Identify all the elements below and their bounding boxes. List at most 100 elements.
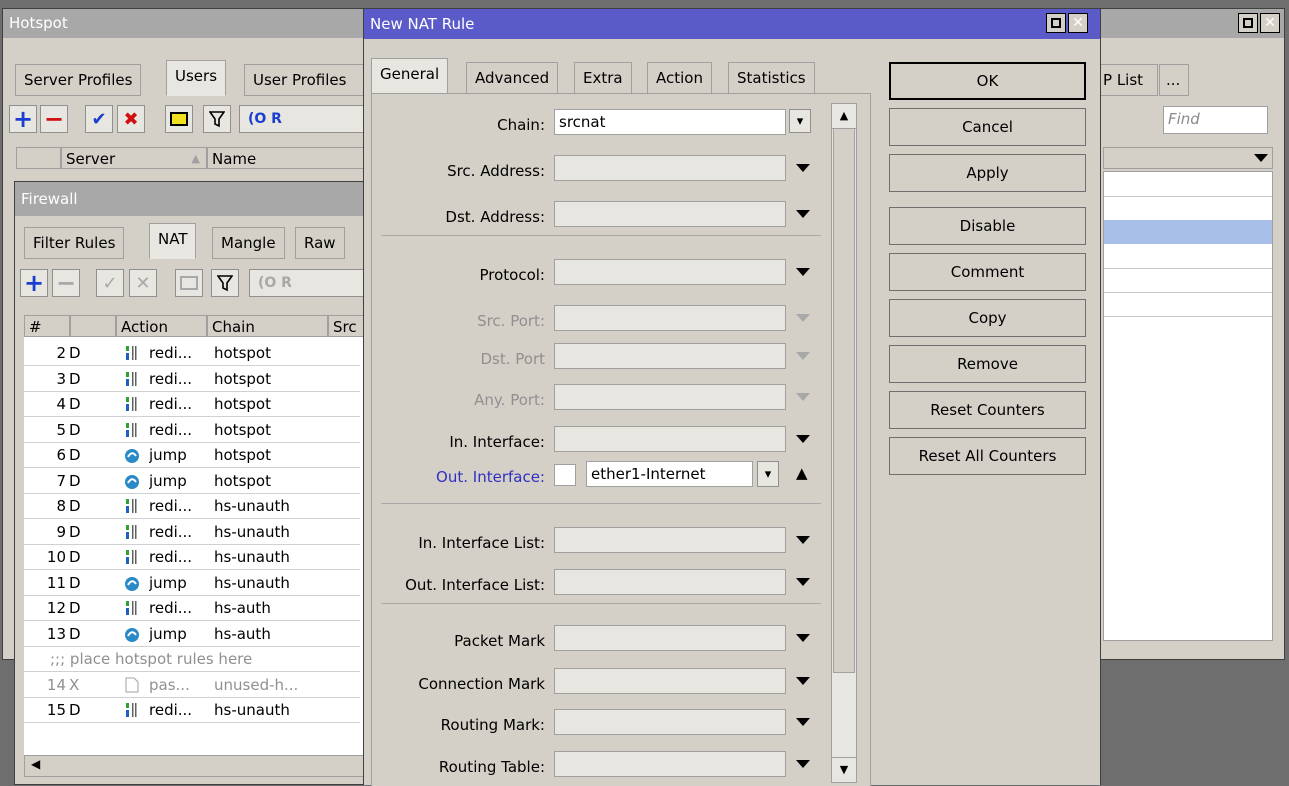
- routing-table-dropdown-icon[interactable]: [796, 760, 810, 768]
- fw-remove-button[interactable]: −: [52, 269, 80, 297]
- table-row[interactable]: 4 Dredi... hotspot: [24, 392, 360, 417]
- list-row[interactable]: [1104, 268, 1272, 293]
- table-row[interactable]: 12 Dredi... hs-auth: [24, 596, 360, 621]
- column-header-num[interactable]: #: [24, 315, 70, 337]
- table-row[interactable]: 15 Dredi... hs-unauth: [24, 698, 360, 723]
- cancel-button[interactable]: Cancel: [889, 108, 1086, 146]
- list-row[interactable]: [1104, 196, 1272, 221]
- scroll-thumb[interactable]: [833, 128, 855, 673]
- nat-dialog-titlebar[interactable]: New NAT Rule ✕: [364, 9, 1100, 39]
- src-address-input[interactable]: [554, 155, 786, 181]
- copy-button[interactable]: Copy: [889, 299, 1086, 337]
- any-port-input[interactable]: [554, 384, 786, 410]
- close-icon[interactable]: ✕: [1260, 13, 1280, 33]
- tab-advanced[interactable]: Advanced: [466, 62, 559, 94]
- out-interface-list-dropdown-icon[interactable]: [796, 578, 810, 586]
- tab-more[interactable]: ...: [1159, 64, 1189, 96]
- column-header-chain[interactable]: Chain: [207, 315, 328, 337]
- routing-mark-input[interactable]: [554, 709, 786, 735]
- protocol-input[interactable]: [554, 259, 786, 285]
- tab-users[interactable]: Users: [166, 60, 227, 96]
- column-header-server[interactable]: Server ▲: [61, 147, 207, 169]
- fw-comment-button[interactable]: [175, 269, 203, 297]
- connection-mark-dropdown-icon[interactable]: [796, 677, 810, 685]
- any-port-dropdown-icon[interactable]: [796, 393, 810, 401]
- comment-rule-button[interactable]: Comment: [889, 253, 1086, 291]
- packet-mark-input[interactable]: [554, 625, 786, 651]
- in-interface-list-dropdown-icon[interactable]: [796, 536, 810, 544]
- remove-rule-button[interactable]: Remove: [889, 345, 1086, 383]
- comment-button[interactable]: [165, 105, 193, 133]
- dst-port-dropdown-icon[interactable]: [796, 352, 810, 360]
- tab-mangle[interactable]: Mangle: [212, 227, 285, 259]
- table-row[interactable]: 5 Dredi... hotspot: [24, 417, 360, 443]
- protocol-dropdown-icon[interactable]: [796, 268, 810, 276]
- close-icon[interactable]: ✕: [1068, 13, 1088, 33]
- table-row[interactable]: 14 Xpas... unused-h...: [24, 672, 360, 698]
- apply-button[interactable]: Apply: [889, 154, 1086, 192]
- enable-button[interactable]: ✔: [85, 105, 113, 133]
- tab-statistics[interactable]: Statistics: [728, 62, 815, 94]
- out-interface-list-input[interactable]: [554, 569, 786, 595]
- connection-mark-input[interactable]: [554, 668, 786, 694]
- fw-filter-button[interactable]: [211, 269, 239, 297]
- scroll-up-icon[interactable]: ▲: [832, 104, 856, 129]
- maximize-icon[interactable]: [1046, 13, 1066, 33]
- in-interface-input[interactable]: [554, 426, 786, 452]
- src-address-dropdown-icon[interactable]: [796, 164, 810, 172]
- in-interface-list-input[interactable]: [554, 527, 786, 553]
- table-row[interactable]: 7 Djump hotspot: [24, 468, 360, 494]
- out-interface-invert-checkbox[interactable]: [554, 464, 576, 486]
- chain-dropdown-button[interactable]: ▾: [789, 109, 811, 133]
- table-row[interactable]: 2 Dredi... hotspot: [24, 341, 360, 366]
- list-row[interactable]: [1104, 292, 1272, 317]
- form-vertical-scrollbar[interactable]: ▲ ▼: [831, 103, 857, 783]
- add-button[interactable]: +: [9, 105, 37, 133]
- tab-raw[interactable]: Raw: [295, 227, 345, 259]
- column-header-flags[interactable]: [70, 315, 116, 337]
- fw-add-button[interactable]: +: [20, 269, 48, 297]
- filter-button[interactable]: [203, 105, 231, 133]
- remove-button[interactable]: −: [40, 105, 68, 133]
- reset-all-counters-button[interactable]: Reset All Counters: [889, 437, 1086, 475]
- scroll-left-icon[interactable]: ◀: [31, 757, 40, 771]
- table-row[interactable]: 3 Dredi... hotspot: [24, 366, 360, 392]
- dst-port-input[interactable]: [554, 343, 786, 369]
- fw-disable-button[interactable]: ✕: [129, 269, 157, 297]
- table-row[interactable]: 10 Dredi... hs-unauth: [24, 545, 360, 570]
- tab-extra[interactable]: Extra: [574, 62, 632, 94]
- routing-table-input[interactable]: [554, 751, 786, 777]
- table-row[interactable]: 9 Dredi... hs-unauth: [24, 519, 360, 545]
- table-row[interactable]: 6 Djump hotspot: [24, 443, 360, 468]
- tab-nat[interactable]: NAT: [149, 223, 197, 259]
- firewall-titlebar[interactable]: Firewall: [15, 182, 374, 216]
- reset-counters-rule-button[interactable]: Reset Counters: [889, 391, 1086, 429]
- comment-row[interactable]: ;;; place hotspot rules here: [24, 647, 360, 672]
- table-row[interactable]: 13 Djump hs-auth: [24, 621, 360, 647]
- in-interface-dropdown-icon[interactable]: [796, 435, 810, 443]
- tab-action[interactable]: Action: [647, 62, 712, 94]
- src-port-dropdown-icon[interactable]: [796, 314, 810, 322]
- out-interface-input[interactable]: ether1-Internet: [586, 461, 753, 487]
- dst-address-dropdown-icon[interactable]: [796, 210, 810, 218]
- table-row[interactable]: 11 Djump hs-unauth: [24, 570, 360, 596]
- tab-server-profiles[interactable]: Server Profiles: [15, 64, 142, 96]
- horizontal-scrollbar[interactable]: ◀: [24, 755, 376, 777]
- tab-ip-list[interactable]: P List: [1098, 64, 1158, 96]
- scroll-down-icon[interactable]: ▼: [832, 757, 856, 782]
- chain-input[interactable]: srcnat: [554, 109, 786, 135]
- dst-address-input[interactable]: [554, 201, 786, 227]
- src-port-input[interactable]: [554, 305, 786, 331]
- list-row[interactable]: [1104, 244, 1272, 269]
- column-header-right[interactable]: [1103, 147, 1273, 169]
- maximize-icon[interactable]: [1238, 13, 1258, 33]
- out-interface-dropdown-button[interactable]: ▾: [757, 461, 779, 487]
- find-input[interactable]: Find: [1163, 106, 1268, 134]
- tab-user-profiles[interactable]: User Profiles: [244, 64, 364, 96]
- table-row[interactable]: 8 Dredi... hs-unauth: [24, 494, 360, 519]
- column-header-action[interactable]: Action: [116, 315, 207, 337]
- list-row-selected[interactable]: [1104, 220, 1272, 244]
- packet-mark-dropdown-icon[interactable]: [796, 634, 810, 642]
- ok-button[interactable]: OK: [889, 62, 1086, 100]
- tab-general[interactable]: General: [371, 58, 449, 94]
